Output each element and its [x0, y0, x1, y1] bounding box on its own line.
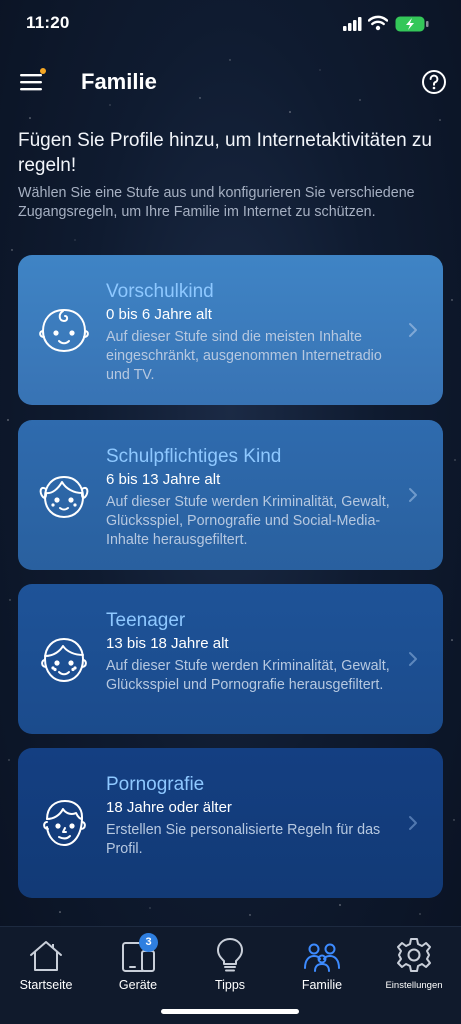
- girl-face-icon: [39, 476, 89, 518]
- cellular-signal-icon: [343, 17, 362, 31]
- app-header: Familie: [0, 60, 461, 106]
- tab-tipps[interactable]: Tipps: [184, 927, 276, 999]
- chevron-right-icon: [409, 652, 417, 666]
- tab-startseite[interactable]: Startseite: [0, 927, 92, 999]
- teen-face-icon: [41, 638, 87, 682]
- profile-description: Auf dieser Stufe werden Kriminalität, Ge…: [106, 494, 390, 548]
- baby-face-icon: [39, 308, 89, 353]
- profile-description: Auf dieser Stufe sind die meisten Inhalt…: [106, 329, 382, 383]
- tab-label: Geräte: [118, 978, 158, 992]
- profile-card-teenager[interactable]: Teenager 13 bis 18 Jahre alt Auf dieser …: [18, 584, 443, 734]
- profile-title: Pornografie: [106, 774, 205, 795]
- notification-dot: [40, 68, 46, 74]
- tab-geraete[interactable]: 3 Geräte: [92, 927, 184, 999]
- profile-card-adult[interactable]: Pornografie 18 Jahre oder älter Erstelle…: [18, 748, 443, 898]
- tab-einstellungen[interactable]: Einstellungen: [368, 927, 460, 999]
- profile-description: Auf dieser Stufe werden Kriminalität, Ge…: [106, 658, 390, 693]
- intro-description: Wählen Sie eine Stufe aus und konfigurie…: [18, 185, 415, 220]
- profile-title: Vorschulkind: [106, 281, 214, 302]
- bottom-tab-bar: Startseite 3 Geräte Tipps Familie Einste…: [0, 926, 461, 1024]
- adult-face-icon: [43, 800, 86, 846]
- profile-age-range: 0 bis 6 Jahre alt: [106, 306, 212, 323]
- gear-icon: [397, 938, 431, 972]
- help-icon[interactable]: [421, 69, 447, 95]
- tab-label: Familie: [301, 978, 343, 992]
- chevron-right-icon: [409, 488, 417, 502]
- tab-label: Tipps: [214, 978, 246, 992]
- profile-card-school-child[interactable]: Schulpflichtiges Kind 6 bis 13 Jahre alt…: [18, 420, 443, 570]
- lightbulb-icon: [217, 938, 243, 972]
- profile-age-range: 13 bis 18 Jahre alt: [106, 635, 229, 652]
- intro-heading: Fügen Sie Profile hinzu, um Internetakti…: [18, 130, 433, 176]
- profile-description: Erstellen Sie personalisierte Regeln für…: [106, 822, 381, 857]
- devices-count-badge: 3: [139, 933, 158, 952]
- chevron-right-icon: [409, 323, 417, 337]
- profile-card-preschool[interactable]: Vorschulkind 0 bis 6 Jahre alt Auf diese…: [18, 255, 443, 405]
- wifi-icon: [368, 15, 388, 31]
- tab-familie[interactable]: Familie: [276, 927, 368, 999]
- home-indicator: [161, 1009, 299, 1014]
- page-title: Familie: [81, 69, 157, 94]
- tab-label: Einstellungen: [385, 980, 443, 991]
- profile-age-range: 18 Jahre oder älter: [106, 799, 232, 816]
- status-time: 11:20: [26, 13, 70, 32]
- profile-title: Schulpflichtiges Kind: [106, 446, 282, 467]
- tab-label: Startseite: [19, 978, 73, 992]
- status-bar: 11:20: [0, 0, 461, 50]
- profile-age-range: 6 bis 13 Jahre alt: [106, 471, 221, 488]
- menu-button[interactable]: [14, 66, 50, 98]
- profile-title: Teenager: [106, 610, 186, 631]
- family-icon: [304, 943, 340, 972]
- home-icon: [30, 941, 62, 971]
- chevron-right-icon: [409, 816, 417, 830]
- hamburger-menu-icon: [20, 74, 42, 91]
- battery-charging-icon: [395, 16, 429, 32]
